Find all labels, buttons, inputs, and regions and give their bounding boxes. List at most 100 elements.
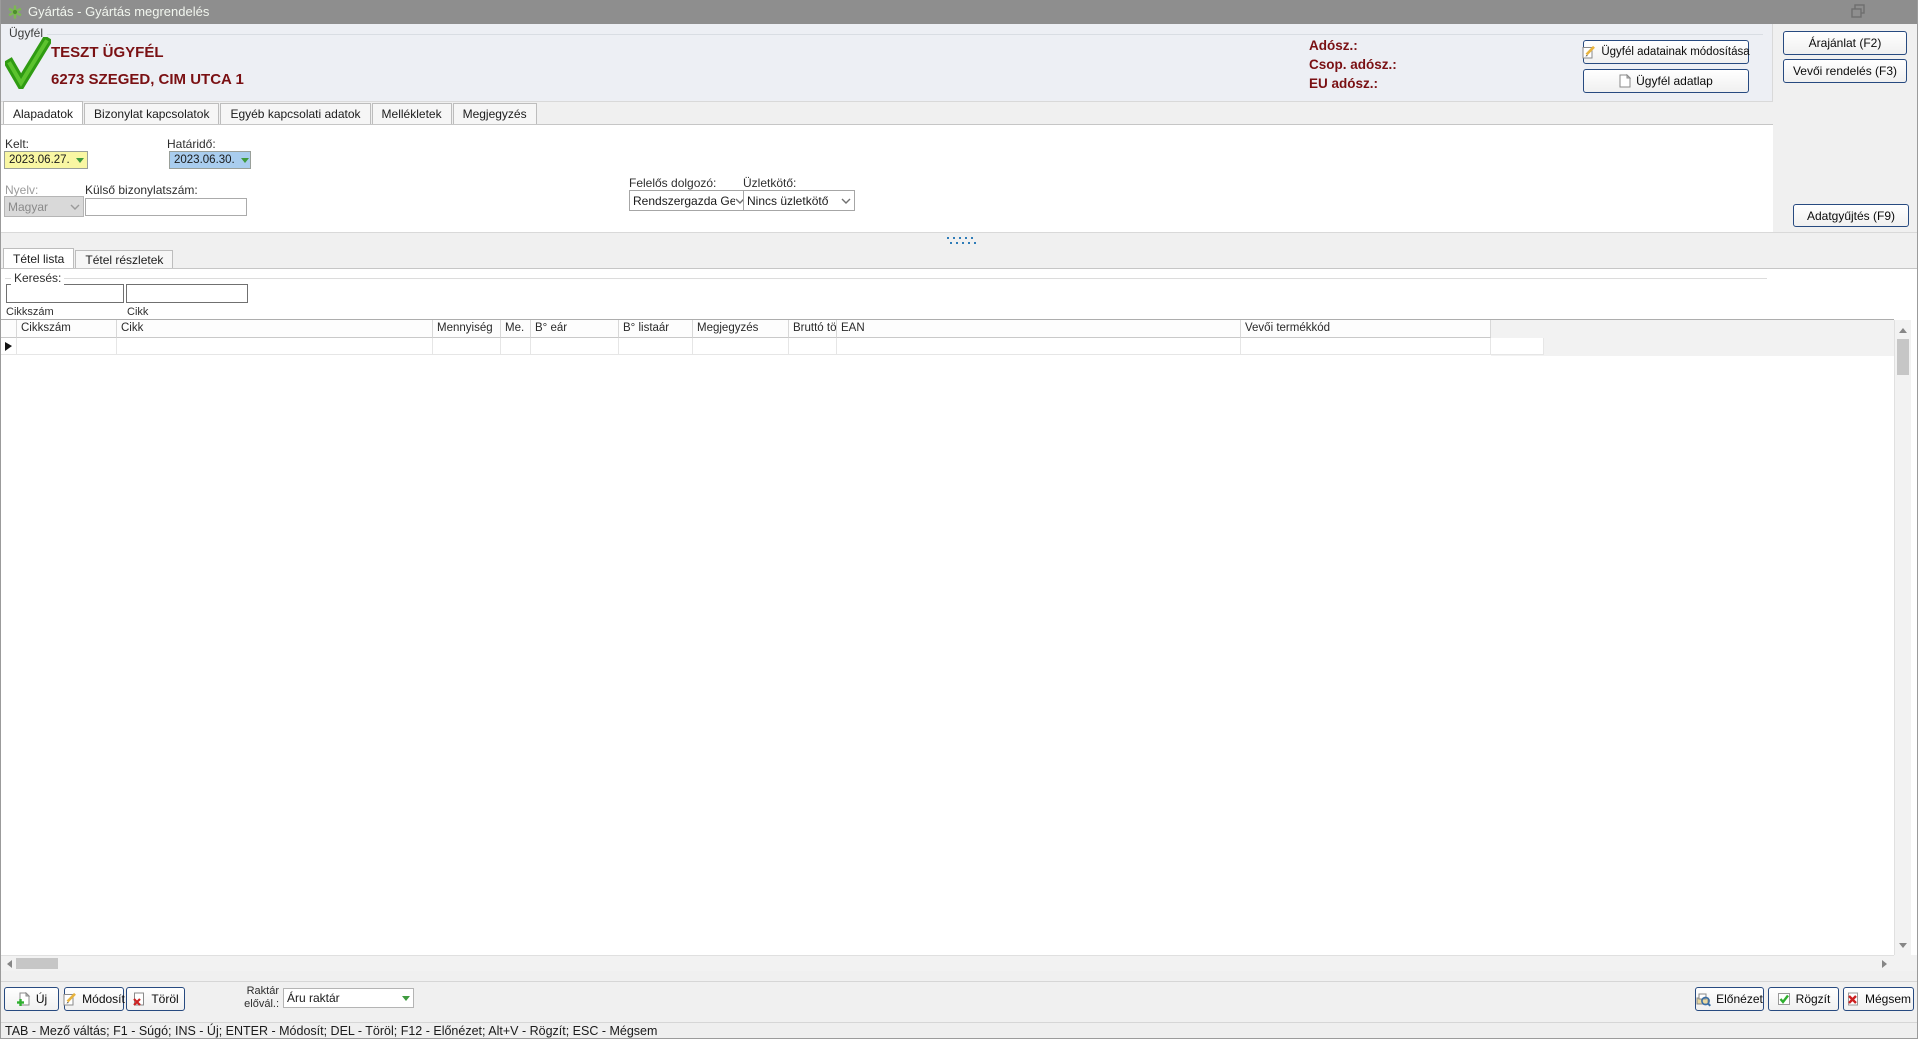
cell-megjegyzes [693,338,789,355]
tab-tetel-reszletek[interactable]: Tétel részletek [75,250,173,268]
sales-agent-label: Üzletkötő: [743,176,796,190]
search-article-input[interactable] [126,284,248,303]
cell-ean [837,338,1241,355]
main-tabstrip: Alapadatok Bizonylat kapcsolatok Egyéb k… [3,101,538,124]
bottom-toolbar-border [1,981,1918,982]
external-doc-input[interactable] [85,198,247,216]
save-button[interactable]: Rögzít [1768,987,1839,1011]
external-doc-label: Külső bizonylatszám: [85,183,198,197]
sales-agent-value: Nincs üzletkötő [747,194,841,208]
cell-mennyiseg [433,338,501,355]
responsible-employee-value: Rendszergazda Ge [633,194,735,208]
status-bar-text: TAB - Mező váltás; F1 - Súgó; INS - Új; … [5,1023,657,1039]
responsible-employee-select[interactable]: Rendszergazda Ge [629,190,749,211]
dropdown-arrow-icon [76,158,84,163]
preview-button[interactable]: Előnézet [1695,987,1764,1011]
deadline-picker[interactable]: 2023.06.30. [169,151,251,169]
horizontal-splitter[interactable] [1,232,1918,248]
horizontal-scrollbar-thumb[interactable] [16,958,58,969]
cell-me [501,338,531,355]
grid-header-mennyiseg[interactable]: Mennyiség [433,320,501,338]
quote-button-label: Árajánlat (F2) [1809,36,1882,50]
save-button-label: Rögzít [1796,992,1831,1006]
grid-header-indicator [1,320,17,338]
grid-header-b-listaar[interactable]: B° listaár [619,320,693,338]
grid-empty-area [1491,320,1894,356]
deadline-value: 2023.06.30. [174,154,235,166]
grid-header-row: Cikkszám Cikk Mennyiség Me. B° eár B° li… [1,320,1491,338]
date-picker[interactable]: 2023.06.27. [4,151,88,169]
tab-mellekletek[interactable]: Mellékletek [372,103,452,124]
new-button[interactable]: Új [4,987,59,1011]
data-collection-button[interactable]: Adatgyűjtés (F9) [1793,204,1909,227]
quote-button[interactable]: Árajánlat (F2) [1783,31,1907,55]
row-indicator-icon [5,342,12,351]
warehouse-preselect-label: Raktár elővál.: [229,985,279,1011]
grid-header-ean[interactable]: EAN [837,320,1241,338]
grid-header-me[interactable]: Me. [501,320,531,338]
vertical-scrollbar-thumb[interactable] [1897,339,1909,375]
data-collection-button-label: Adatgyűjtés (F9) [1807,209,1895,223]
customer-name: TESZT ÜGYFÉL [51,44,164,61]
search-article-number-label: Cikkszám [6,306,54,318]
vertical-scrollbar[interactable] [1894,320,1911,955]
chevron-down-icon [841,198,851,204]
customer-check-icon [5,37,51,94]
grid-header-vevoi-termekkod[interactable]: Vevői termékkód [1241,320,1491,338]
document-icon [1619,74,1631,88]
edit-icon [63,992,77,1006]
grid-header-cikk[interactable]: Cikk [117,320,433,338]
search-article-label: Cikk [127,306,148,318]
scroll-up-icon[interactable] [1895,322,1911,338]
date-label: Kelt: [5,137,29,151]
customer-modify-label: Ügyfél adatainak módosítása [1601,46,1749,58]
customer-datasheet-button[interactable]: Ügyfél adatlap [1583,69,1749,93]
search-article-number-input[interactable] [6,284,124,303]
new-icon [16,992,31,1007]
basic-data-form [1,124,1773,232]
grid-header-brutto-tomeg[interactable]: Bruttó tömeg [789,320,837,338]
tab-egyeb-kapcsolati-adatok[interactable]: Egyéb kapcsolati adatok [220,103,370,124]
item-list-area [1,268,1918,955]
modify-button-label: Módosít [82,992,125,1006]
customer-panel: Ügyfél TESZT ÜGYFÉL 6273 SZEGED, CIM UTC… [1,24,1773,102]
grid-header-cikkszam[interactable]: Cikkszám [17,320,117,338]
tab-alapadatok[interactable]: Alapadatok [3,101,83,124]
dropdown-arrow-icon [241,158,249,163]
chevron-down-icon [70,204,80,210]
app-icon [8,5,22,24]
cancel-button[interactable]: Mégsem [1843,987,1914,1011]
grid-header-megjegyzes[interactable]: Megjegyzés [693,320,789,338]
warehouse-preselect-combo[interactable]: Áru raktár [283,988,414,1008]
cell-b-ear [531,338,619,355]
scroll-right-icon[interactable] [1876,956,1892,972]
deadline-label: Határidő: [167,137,216,151]
tab-tetel-lista[interactable]: Tétel lista [3,248,74,268]
status-bar: TAB - Mező váltás; F1 - Súgó; INS - Új; … [1,1022,1918,1039]
sales-agent-select[interactable]: Nincs üzletkötő [743,190,855,211]
restore-window-icon[interactable] [1850,4,1870,20]
application-window: Gyártás - Gyártás megrendelés Ügyfél TES… [0,0,1918,1039]
language-label: Nyelv: [5,183,38,197]
responsible-employee-label: Felelős dolgozó: [629,176,716,190]
cell-cikk [117,338,433,355]
delete-icon [132,992,146,1006]
customer-order-button[interactable]: Vevői rendelés (F3) [1783,59,1907,83]
delete-button[interactable]: Töröl [126,987,185,1011]
tab-bizonylat-kapcsolatok[interactable]: Bizonylat kapcsolatok [84,103,219,124]
language-value: Magyar [8,200,70,214]
preview-icon [1696,992,1711,1007]
modify-button[interactable]: Módosít [64,987,124,1011]
scroll-left-icon[interactable] [1,956,17,972]
cell-filler [1491,338,1544,355]
tax-number-label: Adósz.: [1309,38,1358,53]
language-select: Magyar [4,196,84,217]
scroll-down-icon[interactable] [1895,937,1911,953]
horizontal-scrollbar[interactable] [1,955,1894,971]
customer-modify-button[interactable]: Ügyfél adatainak módosítása [1583,40,1749,64]
right-action-strip [1773,24,1918,232]
tab-megjegyzes[interactable]: Megjegyzés [453,103,537,124]
grid-header-b-ear[interactable]: B° eár [531,320,619,338]
splitter-grip-icon[interactable] [947,237,949,239]
grid-empty-row[interactable] [1,338,1544,355]
